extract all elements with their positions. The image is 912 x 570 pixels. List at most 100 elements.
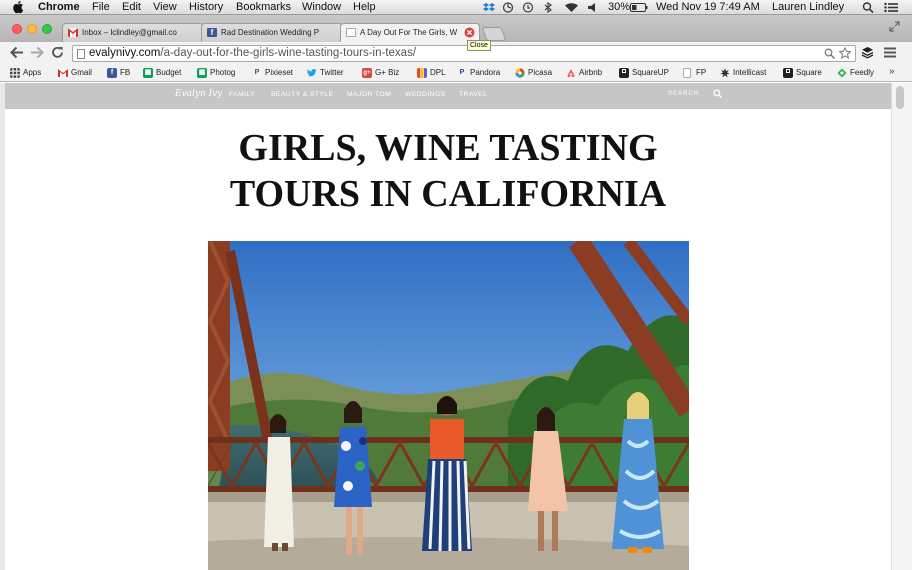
bookmark-apps[interactable]: Apps: [10, 67, 41, 79]
bluetooth-icon[interactable]: [542, 2, 554, 13]
bookmark-budget[interactable]: ▦ Budget: [143, 67, 181, 79]
fullscreen-icon[interactable]: [889, 21, 900, 32]
nav-weddings[interactable]: WEDDINGS: [405, 91, 446, 98]
bookmark-twitter[interactable]: Twitter: [307, 67, 344, 79]
tab-a-day-out-for-the-girls[interactable]: A Day Out For The Girls, W: [340, 23, 480, 42]
apple-logo-icon[interactable]: [12, 0, 24, 14]
search-icon[interactable]: [824, 48, 835, 59]
bookmark-label: Pixieset: [265, 68, 294, 77]
feedly-icon: [837, 68, 847, 78]
dropbox-icon[interactable]: [483, 2, 495, 13]
bookmark-label: Pandora: [470, 68, 501, 77]
tab-gmail-inbox[interactable]: Inbox – lclindley@gmail.co: [62, 23, 204, 42]
bookmark-airbnb[interactable]: Airbnb: [566, 67, 602, 79]
menu-history[interactable]: History: [189, 1, 223, 14]
bookmark-fp[interactable]: FP: [683, 67, 706, 79]
menu-bookmarks[interactable]: Bookmarks: [236, 1, 291, 14]
menu-clock[interactable]: Wed Nov 19 7:49 AM: [656, 1, 760, 14]
square-icon: [619, 68, 629, 78]
bookmark-label: Apps: [23, 68, 42, 77]
site-navigation-bar: Evalyn Ivy FAMILY BEAUTY & STYLE MAJOR T…: [5, 83, 891, 109]
nav-family[interactable]: FAMILY: [229, 91, 255, 98]
bookmark-gmail[interactable]: Gmail: [58, 67, 92, 79]
macos-menu-bar: Chrome File Edit View History Bookmarks …: [0, 0, 912, 15]
bookmark-picasa[interactable]: Picasa: [515, 67, 552, 79]
notification-center-icon[interactable]: [884, 2, 898, 13]
page-scrollbar[interactable]: [891, 83, 912, 570]
bookmark-dpl[interactable]: DPL: [417, 67, 446, 79]
sync-icon[interactable]: [502, 2, 514, 13]
bookmark-gplus-biz[interactable]: g+ G+ Biz: [362, 67, 399, 79]
web-page: Evalyn Ivy FAMILY BEAUTY & STYLE MAJOR T…: [5, 83, 891, 570]
battery-icon[interactable]: [630, 2, 648, 13]
article-title-line-1: GIRLS, WINE TASTING: [238, 127, 658, 169]
facebook-icon: f: [207, 28, 217, 37]
bookmark-label: Feedly: [850, 68, 875, 77]
bookmark-label: Twitter: [320, 68, 344, 77]
tab-close-icon[interactable]: [464, 27, 475, 38]
url-host: evalynivy.com: [89, 47, 161, 59]
tab-title: A Day Out For The Girls, W: [360, 28, 458, 37]
bookmark-label: FB: [120, 68, 131, 77]
bookmark-label: Photog: [210, 68, 236, 77]
menu-view[interactable]: View: [153, 1, 177, 14]
airbnb-icon: [567, 69, 575, 78]
menu-edit[interactable]: Edit: [122, 1, 141, 14]
bookmark-label: Picasa: [528, 68, 553, 77]
bookmark-label: Square: [796, 68, 822, 77]
search-icon[interactable]: [713, 89, 722, 98]
hero-photo: [208, 241, 689, 570]
bookmark-label: FP: [696, 68, 707, 77]
address-bar[interactable]: evalynivy.com/a-day-out-for-the-girls-wi…: [72, 45, 856, 62]
menu-file[interactable]: File: [92, 1, 110, 14]
tab-strip: Inbox – lclindley@gmail.co f Rad Destina…: [0, 15, 912, 42]
page-scrollbar-thumb[interactable]: [896, 86, 904, 109]
nav-major-tom[interactable]: MAJOR TOM: [347, 91, 391, 98]
bookmark-feedly[interactable]: Feedly: [837, 67, 874, 79]
bookmarks-overflow-chevron-icon[interactable]: »: [889, 66, 895, 77]
nav-travel[interactable]: TRAVEL: [459, 91, 487, 98]
page-icon: [683, 68, 691, 78]
square-icon: [783, 68, 793, 78]
spotlight-icon[interactable]: [862, 2, 874, 13]
bookmark-star-icon[interactable]: [839, 47, 851, 59]
url-path: /a-day-out-for-the-girls-wine-tasting-to…: [160, 47, 417, 59]
site-search-input[interactable]: SEARCH: [668, 91, 699, 97]
bookmark-label: G+ Biz: [375, 68, 400, 77]
bookmark-photog[interactable]: ▦ Photog: [197, 67, 235, 79]
article-title: GIRLS, WINE TASTING TOURS IN CALIFORNIA: [5, 125, 891, 217]
back-arrow-icon[interactable]: [10, 46, 24, 59]
bookmark-label: SquareUP: [632, 68, 669, 77]
reload-icon[interactable]: [51, 46, 64, 59]
zoom-window-button[interactable]: [42, 24, 52, 34]
minimize-window-button[interactable]: [27, 24, 37, 34]
bookmark-pixieset[interactable]: P Pixieset: [252, 67, 293, 79]
bookmark-label: Intellicast: [733, 68, 767, 77]
wifi-icon[interactable]: [564, 2, 579, 13]
gmail-icon: [58, 68, 68, 78]
forward-arrow-icon[interactable]: [30, 46, 44, 59]
volume-icon[interactable]: [587, 2, 599, 13]
nav-beauty-style[interactable]: BEAUTY & STYLE: [271, 91, 334, 98]
menu-chrome[interactable]: Chrome: [38, 1, 80, 14]
new-tab-button[interactable]: [481, 27, 507, 41]
close-tooltip: Close: [467, 40, 491, 51]
user-name[interactable]: Lauren Lindley: [772, 1, 844, 14]
bookmark-fb[interactable]: f FB: [107, 67, 130, 79]
bookmark-squareup[interactable]: SquareUP: [619, 67, 669, 79]
close-window-button[interactable]: [12, 24, 22, 34]
time-machine-icon[interactable]: [522, 2, 534, 13]
menu-help[interactable]: Help: [353, 1, 376, 14]
site-logo[interactable]: Evalyn Ivy: [175, 89, 222, 99]
sheets-icon: ▦: [197, 68, 207, 78]
buffer-extension-icon[interactable]: [861, 46, 874, 59]
bookmark-intellicast[interactable]: Intellicast: [720, 67, 766, 79]
twitter-icon: [307, 68, 317, 77]
menu-window[interactable]: Window: [302, 1, 341, 14]
chrome-menu-icon[interactable]: [884, 47, 896, 58]
tab-rad-destination-wedding[interactable]: f Rad Destination Wedding P: [201, 23, 343, 42]
bookmark-pandora[interactable]: P Pandora: [457, 67, 501, 79]
gplus-icon: g+: [362, 68, 372, 78]
bookmark-square[interactable]: Square: [783, 67, 822, 79]
browser-toolbar: evalynivy.com/a-day-out-for-the-girls-wi…: [0, 42, 912, 64]
